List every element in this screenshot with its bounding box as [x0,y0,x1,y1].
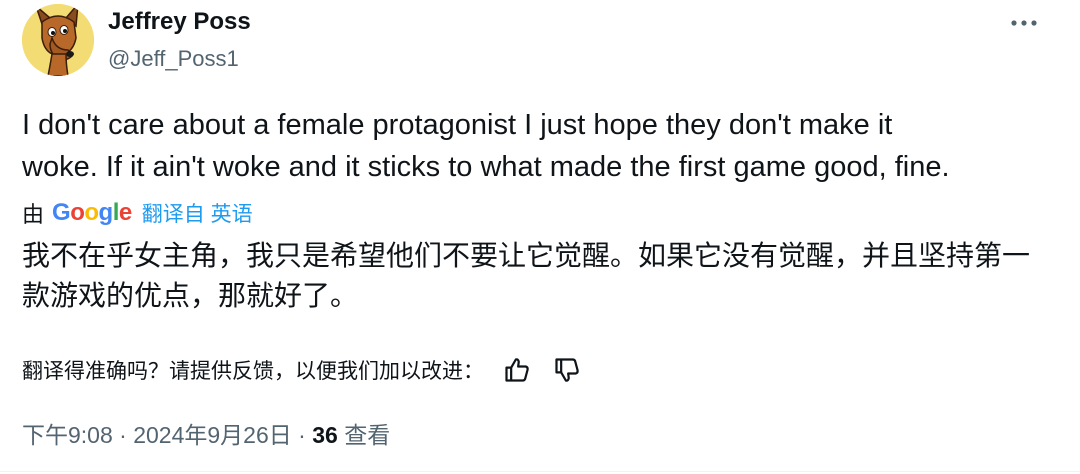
meta-separator: · [119,422,127,448]
tweet-time[interactable]: 下午9:08 [22,422,113,448]
author-name[interactable]: Jeffrey Poss [108,8,251,36]
tweet-card: Jeffrey Poss @Jeff_Poss1 I don't care ab… [0,0,1080,474]
author-handle[interactable]: @Jeff_Poss1 [108,46,239,72]
thumbs-up-button[interactable] [500,353,534,387]
thumbs-up-icon [505,358,529,382]
thumbs-down-icon [555,358,579,382]
translated-text: 我不在乎女主角，我只是希望他们不要让它觉醒。如果它没有觉醒，并且坚持第一款游戏的… [22,239,1031,312]
google-logo-letter: o [70,199,85,226]
google-logo-letter: g [98,199,114,226]
translation-feedback: 翻译得准确吗？请提供反馈，以便我们加以改进： [22,350,584,390]
views-count: 36 [312,422,338,448]
google-logo-letter: G [52,199,71,226]
google-logo-letter: o [84,199,99,226]
tweet-date[interactable]: 2024年9月26日 [133,422,292,448]
views-label: 查看 [344,422,391,448]
google-logo-letter: e [118,199,132,226]
meta-separator: · [298,422,306,448]
translated-by-label: 由 [22,202,45,227]
tweet-text-line: I don't care about a female protagonist … [22,109,893,141]
divider [0,471,1080,472]
cartoon-dog-avatar-icon [22,4,94,76]
tweet-meta: 下午9:08 · 2024年9月26日 · 36 查看 [22,416,390,450]
tweet-text: I don't care about a female protagonist … [22,104,1062,188]
more-options-button[interactable] [1004,8,1044,38]
translation-attribution: 由 Google 翻译自 英语 [22,196,253,230]
tweet-text-line: woke. If it ain't woke and it sticks to … [22,151,950,183]
feedback-question: 翻译得准确吗？请提供反馈，以便我们加以改进： [22,360,484,383]
google-logo: Google [52,199,132,227]
thumbs-down-button[interactable] [550,353,584,387]
more-horizontal-icon [1011,20,1037,26]
translated-from-link[interactable]: 翻译自 英语 [142,198,253,228]
avatar[interactable] [22,4,94,76]
